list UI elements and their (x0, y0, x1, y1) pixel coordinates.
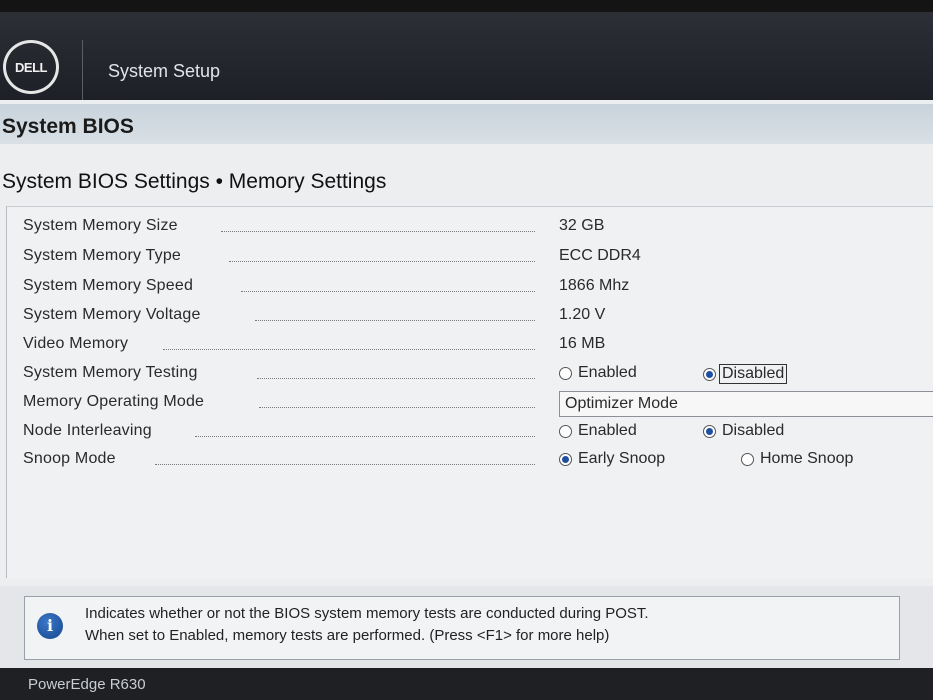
setting-row-memory-type: System Memory Type ECC DDR4 (23, 245, 933, 271)
leader-dots (155, 464, 535, 465)
setting-label: System Memory Voltage (23, 306, 201, 323)
setting-row-video-memory: Video Memory 16 MB (23, 333, 933, 359)
setting-row-snoop-mode: Snoop Mode Early Snoop Home Snoop (23, 448, 933, 474)
leader-dots (195, 436, 535, 437)
leader-dots (255, 320, 535, 321)
leader-dots (257, 378, 535, 379)
setting-value: 1.20 V (559, 306, 606, 323)
setting-label: System Memory Type (23, 247, 182, 264)
header-bar: DELL System Setup (0, 12, 933, 100)
info-icon: i (37, 613, 63, 639)
setting-label: Snoop Mode (23, 450, 116, 467)
radio-button-unselected[interactable] (559, 366, 572, 380)
setting-row-node-interleaving: Node Interleaving Enabled Disabled (23, 420, 933, 446)
leader-dots (221, 231, 535, 232)
radio-enabled[interactable]: Enabled (559, 422, 637, 440)
setting-row-memory-voltage: System Memory Voltage 1.20 V (23, 304, 933, 330)
settings-panel: System Memory Size 32 GB System Memory T… (6, 206, 933, 578)
page-heading: System BIOS Settings • Memory Settings (2, 170, 387, 193)
radio-button-unselected[interactable] (559, 424, 572, 438)
app-title: System Setup (108, 61, 221, 81)
top-edge (0, 0, 933, 12)
section-title: System BIOS (2, 115, 134, 138)
operating-mode-select[interactable]: Optimizer Mode (559, 391, 933, 417)
setting-label: Node Interleaving (23, 422, 152, 439)
leader-dots (229, 261, 535, 262)
setting-row-memory-size: System Memory Size 32 GB (23, 215, 933, 241)
dell-logo: DELL (3, 40, 59, 94)
help-line-1: Indicates whether or not the BIOS system… (85, 605, 649, 622)
setting-row-memory-testing: System Memory Testing Enabled Disabled (23, 362, 933, 388)
radio-early-snoop[interactable]: Early Snoop (559, 450, 665, 468)
radio-label: Early Snoop (578, 450, 666, 467)
radio-label: Enabled (578, 364, 637, 381)
help-text: Indicates whether or not the BIOS system… (85, 603, 885, 647)
radio-button-selected[interactable] (703, 424, 716, 438)
leader-dots (241, 291, 535, 292)
radio-label: Home Snoop (760, 450, 854, 467)
radio-disabled[interactable]: Disabled (703, 422, 784, 440)
setting-label: System Memory Speed (23, 277, 194, 294)
setting-row-operating-mode: Memory Operating Mode Optimizer Mode (23, 391, 933, 417)
leader-dots (259, 407, 535, 408)
radio-label: Disabled (722, 422, 785, 439)
radio-button-selected[interactable] (559, 452, 572, 466)
radio-disabled[interactable]: Disabled (703, 364, 788, 384)
footer-bar: PowerEdge R630 (0, 668, 933, 700)
header-divider (82, 40, 83, 100)
setting-label: System Memory Size (23, 217, 178, 234)
help-line-2: When set to Enabled, memory tests are pe… (85, 627, 610, 644)
help-area: i Indicates whether or not the BIOS syst… (0, 586, 933, 668)
server-model: PowerEdge R630 (28, 676, 146, 693)
setting-label: System Memory Testing (23, 364, 198, 381)
radio-home-snoop[interactable]: Home Snoop (741, 450, 853, 468)
setting-value: 16 MB (559, 335, 606, 352)
help-box: i Indicates whether or not the BIOS syst… (24, 596, 900, 660)
radio-label-focused: Disabled (719, 364, 788, 384)
radio-enabled[interactable]: Enabled (559, 364, 637, 382)
setting-label: Video Memory (23, 335, 129, 352)
setting-value: 1866 Mhz (559, 277, 630, 294)
leader-dots (163, 349, 535, 350)
radio-button-selected[interactable] (703, 367, 716, 381)
setting-label: Memory Operating Mode (23, 393, 205, 410)
setting-value: 32 GB (559, 217, 605, 234)
radio-button-unselected[interactable] (741, 452, 754, 466)
main-page: System BIOS System BIOS Settings • Memor… (0, 100, 933, 668)
setting-row-memory-speed: System Memory Speed 1866 Mhz (23, 275, 933, 301)
dell-logo-text: DELL (15, 59, 47, 75)
radio-label: Enabled (578, 422, 637, 439)
section-bar: System BIOS (0, 104, 933, 144)
setting-value: ECC DDR4 (559, 247, 641, 264)
